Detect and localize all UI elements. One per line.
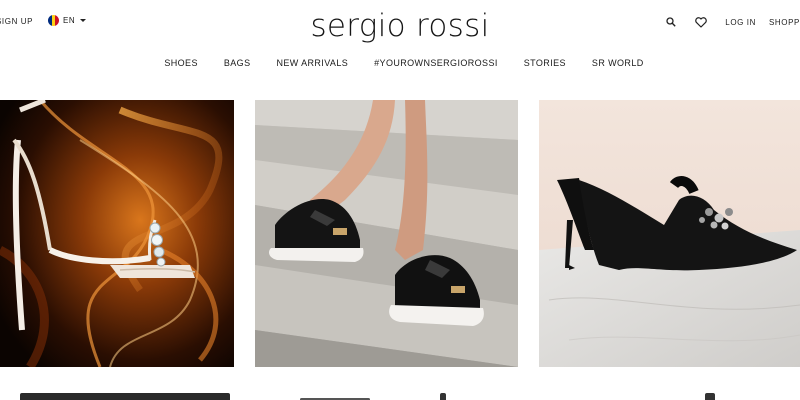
headline-text-fragment xyxy=(440,393,446,400)
log-in-link[interactable]: LOG IN xyxy=(725,18,756,27)
site-header: SIGN UP EN sergio rossi LOG IN SHOPP xyxy=(0,0,800,48)
search-icon[interactable] xyxy=(663,14,679,30)
headline-text-fragment xyxy=(705,393,715,400)
heart-icon[interactable] xyxy=(693,14,709,30)
nav-item-sr-world[interactable]: SR WORLD xyxy=(592,58,644,68)
product-image-black-mule[interactable] xyxy=(539,100,800,367)
nav-item-stories[interactable]: STORIES xyxy=(524,58,566,68)
headline-text-fragment xyxy=(20,393,230,400)
headline-preview xyxy=(0,385,800,400)
header-tools: LOG IN SHOPP xyxy=(663,12,800,32)
nav-item-yourownsergiorossi[interactable]: #YOUROWNSERGIOROSSI xyxy=(374,58,498,68)
main-nav: SHOES BAGS NEW ARRIVALS #YOUROWNSERGIORO… xyxy=(0,58,800,68)
nav-item-bags[interactable]: BAGS xyxy=(224,58,251,68)
product-image-jewelled-sandal[interactable] xyxy=(0,100,234,367)
nav-item-shoes[interactable]: SHOES xyxy=(164,58,198,68)
shopping-bag-link[interactable]: SHOPP xyxy=(769,18,800,27)
product-image-black-sneakers[interactable] xyxy=(255,100,518,367)
nav-item-new-arrivals[interactable]: NEW ARRIVALS xyxy=(276,58,348,68)
